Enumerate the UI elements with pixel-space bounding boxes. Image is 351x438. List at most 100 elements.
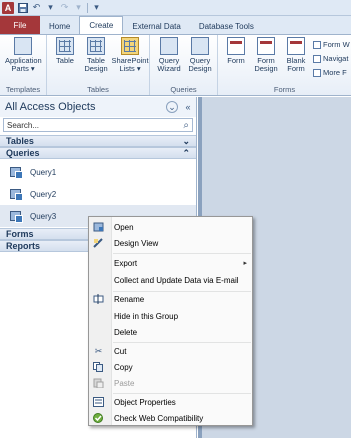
form-wizard-button[interactable]: Form W — [313, 40, 350, 49]
menu-item-copy[interactable]: Copy — [89, 359, 254, 375]
nav-group-queries[interactable]: Queries ⌃ — [0, 147, 196, 159]
table-label: Table — [56, 56, 74, 65]
context-menu: Open Design View Export ▸ Collect and Up… — [88, 216, 253, 426]
menu-item-label: Check Web Compatibility — [114, 413, 204, 423]
menu-item-label: Cut — [114, 346, 127, 356]
navigation-label: Navigat — [323, 54, 349, 63]
ribbon-group-templates: Application Parts ▾ Templates — [0, 35, 47, 95]
table-button[interactable]: Table — [48, 37, 82, 65]
tab-home[interactable]: Home — [40, 18, 79, 34]
nav-search-input[interactable]: Search... ⌕ — [3, 118, 193, 132]
menu-item-rename[interactable]: Rename — [89, 291, 254, 307]
list-item[interactable]: Query1 — [0, 161, 196, 183]
nav-group-tables[interactable]: Tables ⌄ — [0, 135, 196, 147]
redo-dropdown-icon[interactable]: ▾ — [73, 2, 84, 13]
blank-form-icon — [287, 37, 305, 55]
cut-icon: ✂ — [94, 346, 103, 356]
nav-pane-header[interactable]: All Access Objects ⌄ « — [0, 97, 196, 117]
menu-item-label: Copy — [114, 362, 133, 372]
design-view-icon — [93, 238, 104, 248]
tables-group-label: Tables — [87, 85, 109, 94]
ribbon-tabs: File Home Create External Data Database … — [0, 16, 351, 34]
list-item[interactable]: Query2 — [0, 183, 196, 205]
undo-icon[interactable]: ↶ — [31, 2, 42, 13]
nav-group-tables-label: Tables — [6, 136, 34, 146]
tab-file[interactable]: File — [0, 16, 40, 34]
shutter-bar-close-icon[interactable]: « — [182, 101, 194, 113]
navigation-icon — [313, 54, 321, 63]
menu-item-delete[interactable]: Delete — [89, 324, 254, 340]
paste-icon — [93, 378, 104, 389]
submenu-arrow-icon: ▸ — [243, 260, 247, 267]
customize-quick-access-icon[interactable]: ▾ — [91, 2, 102, 13]
menu-item-export[interactable]: Export ▸ — [89, 255, 254, 271]
nav-pane-title: All Access Objects — [5, 101, 96, 113]
application-parts-button[interactable]: Application Parts ▾ — [5, 37, 42, 73]
menu-item-label: Paste — [114, 378, 135, 388]
table-design-label: Table Design — [84, 56, 108, 73]
ribbon-group-queries: Query Wizard Query Design Queries — [150, 35, 218, 95]
copy-icon — [93, 362, 104, 372]
menu-separator — [113, 253, 251, 254]
form-design-button[interactable]: Form Design — [249, 37, 283, 73]
more-forms-button[interactable]: More F — [313, 68, 347, 77]
form-icon — [227, 37, 245, 55]
save-icon[interactable] — [17, 2, 28, 13]
form-label: Form — [227, 56, 245, 65]
web-check-icon — [93, 413, 104, 423]
table-design-button[interactable]: Table Design — [79, 37, 113, 73]
sharepoint-lists-icon — [121, 37, 139, 55]
query-wizard-button[interactable]: Query Wizard — [152, 37, 186, 73]
undo-dropdown-icon[interactable]: ▾ — [45, 2, 56, 13]
form-button[interactable]: Form — [219, 37, 253, 65]
query-icon — [10, 189, 23, 201]
expand-chevron-icon[interactable]: ⌄ — [182, 136, 190, 147]
form-wizard-label: Form W — [323, 40, 350, 49]
query-design-label: Query Design — [188, 56, 212, 73]
ribbon-create: Application Parts ▾ Templates Table Tabl… — [0, 34, 351, 96]
menu-item-collect-data[interactable]: Collect and Update Data via E-mail — [89, 272, 254, 288]
title-bar: A ↶ ▾ ↷ ▾ ▾ — [0, 0, 351, 16]
menu-item-open[interactable]: Open — [89, 219, 254, 235]
collapse-chevron-icon[interactable]: ⌃ — [182, 148, 190, 159]
search-icon[interactable]: ⌕ — [183, 120, 189, 131]
form-wizard-icon — [313, 40, 321, 49]
tab-database-tools[interactable]: Database Tools — [190, 18, 263, 34]
query-name: Query1 — [30, 167, 57, 177]
blank-form-button[interactable]: Blank Form — [279, 37, 313, 73]
menu-item-cut[interactable]: ✂ Cut — [89, 343, 254, 359]
menu-item-design-view[interactable]: Design View — [89, 235, 254, 251]
properties-icon — [93, 397, 104, 407]
nav-group-forms-label: Forms — [6, 229, 34, 239]
query-icon — [10, 211, 23, 223]
nav-search-placeholder: Search... — [7, 120, 40, 130]
queries-group-label: Queries — [170, 85, 197, 94]
menu-item-label: Export — [114, 258, 138, 268]
application-parts-icon — [14, 37, 32, 55]
templates-group-label: Templates — [5, 85, 41, 94]
open-icon — [93, 222, 104, 232]
sharepoint-lists-button[interactable]: SharePoint Lists ▾ — [111, 37, 149, 73]
menu-item-label: Rename — [114, 294, 145, 304]
menu-item-object-properties[interactable]: Object Properties — [89, 394, 254, 410]
menu-item-label: Design View — [114, 238, 159, 248]
access-app-icon[interactable]: A — [2, 1, 14, 14]
menu-item-hide-in-group[interactable]: Hide in this Group — [89, 308, 254, 324]
application-parts-label: Application Parts ▾ — [5, 56, 42, 73]
tab-external-data[interactable]: External Data — [123, 18, 189, 34]
more-forms-icon — [313, 68, 321, 77]
forms-group-label: Forms — [273, 85, 296, 94]
tab-create[interactable]: Create — [79, 16, 124, 34]
nav-group-reports-label: Reports — [6, 241, 41, 251]
menu-item-label: Collect and Update Data via E-mail — [114, 275, 239, 285]
redo-icon[interactable]: ↷ — [59, 2, 70, 13]
rename-icon — [93, 294, 104, 304]
query-wizard-label: Query Wizard — [157, 56, 181, 73]
menu-item-check-web-compatibility[interactable]: Check Web Compatibility — [89, 410, 254, 426]
query-design-button[interactable]: Query Design — [183, 37, 217, 73]
nav-menu-chevron-icon[interactable]: ⌄ — [166, 101, 178, 113]
navigation-button[interactable]: Navigat — [313, 54, 348, 63]
table-design-icon — [87, 37, 105, 55]
more-forms-label: More F — [323, 68, 347, 77]
table-icon — [56, 37, 74, 55]
